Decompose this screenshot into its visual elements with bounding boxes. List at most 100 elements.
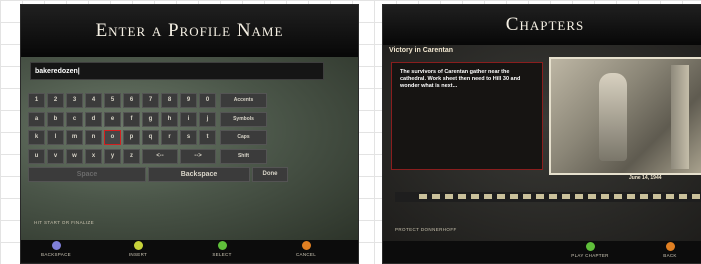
profile-screen-title: Enter a Profile Name	[21, 5, 358, 57]
key-9[interactable]: 9	[180, 93, 197, 108]
footer-cancel-button[interactable]: CANCEL	[277, 241, 335, 257]
timeline-segment	[588, 194, 596, 199]
timeline-segment	[653, 194, 661, 199]
footer-cancel-label: CANCEL	[295, 252, 317, 257]
timeline-segment	[458, 194, 466, 199]
chapter-date: June 14, 1944	[629, 175, 662, 181]
key-r[interactable]: r	[161, 130, 178, 145]
key-4[interactable]: 4	[85, 93, 102, 108]
play-chapter-label: PLAY CHAPTER	[571, 253, 609, 258]
timeline-segment	[692, 194, 700, 199]
profile-name-input[interactable]: bakeredozen|	[30, 62, 324, 80]
timeline-segment	[523, 194, 531, 199]
key-g[interactable]: g	[142, 111, 159, 127]
key-k[interactable]: k	[28, 130, 45, 145]
chapters-screen: Chapters Victory in Carentan The survivo…	[382, 4, 701, 264]
key-caps[interactable]: Caps	[220, 130, 267, 145]
key-h[interactable]: h	[161, 111, 178, 127]
key-shift[interactable]: Shift	[220, 148, 267, 164]
timeline-segment	[445, 194, 453, 199]
key-y[interactable]: y	[104, 148, 121, 164]
key-8[interactable]: 8	[161, 93, 178, 108]
key-w[interactable]: w	[66, 148, 83, 164]
key-s[interactable]: s	[180, 130, 197, 145]
key-backspace[interactable]: Backspace	[148, 167, 250, 182]
timeline-segment	[432, 194, 440, 199]
timeline-segment	[536, 194, 544, 199]
key-q[interactable]: q	[142, 130, 159, 145]
b-button-icon	[301, 241, 311, 250]
timeline-segment	[549, 194, 557, 199]
key-f[interactable]: f	[123, 111, 140, 127]
a-button-icon	[217, 241, 227, 250]
chapter-timeline[interactable]	[395, 189, 701, 211]
key-7[interactable]: 7	[142, 93, 159, 108]
timeline-segment	[575, 194, 583, 199]
timeline-segment	[614, 194, 622, 199]
timeline-segment	[640, 194, 648, 199]
play-chapter-button[interactable]: PLAY CHAPTER	[561, 242, 619, 258]
chapters-hint-text: PROTECT DONNERHOFF	[395, 227, 457, 232]
key-i[interactable]: i	[180, 111, 197, 127]
key-l[interactable]: l	[47, 130, 64, 145]
keyboard-row-2: a b c d e f g h i j Symbols	[28, 111, 330, 127]
chapters-screen-title: Chapters	[383, 5, 701, 45]
key-cursor-left[interactable]: <--	[142, 148, 178, 164]
key-b[interactable]: b	[47, 111, 64, 127]
key-1[interactable]: 1	[28, 93, 45, 108]
keyboard-row-3: k l m n o p q r s t Caps	[28, 130, 330, 145]
key-o-selected[interactable]: o	[104, 130, 121, 145]
key-5[interactable]: 5	[104, 93, 121, 108]
a-button-icon	[585, 242, 595, 251]
profile-hint-text: HIT START OR FINALIZE	[34, 220, 95, 225]
profile-footer: BACKSPACE INSERT SELECT CANCEL	[21, 240, 358, 262]
timeline-segment	[679, 194, 687, 199]
footer-insert-label: INSERT	[128, 252, 148, 257]
b-button-icon	[665, 242, 675, 251]
key-m[interactable]: m	[66, 130, 83, 145]
key-t[interactable]: t	[199, 130, 216, 145]
timeline-segment	[510, 194, 518, 199]
key-c[interactable]: c	[66, 111, 83, 127]
timeline-segment	[627, 194, 635, 199]
chapters-footer: PLAY CHAPTER BACK	[383, 241, 701, 263]
footer-insert-button[interactable]: INSERT	[109, 241, 167, 257]
chapter-image-soldier	[599, 73, 627, 161]
keyboard-row-4: u v w x y z <-- --> Shift	[28, 148, 330, 164]
back-label: BACK	[663, 253, 677, 258]
chapter-image-pillar	[671, 65, 689, 169]
chapter-description: The survivors of Carentan gather near th…	[391, 62, 543, 170]
key-x[interactable]: x	[85, 148, 102, 164]
footer-select-label: SELECT	[212, 252, 232, 257]
timeline-segment	[562, 194, 570, 199]
footer-select-button[interactable]: SELECT	[193, 241, 251, 257]
key-cursor-right[interactable]: -->	[180, 148, 216, 164]
key-a[interactable]: a	[28, 111, 45, 127]
key-done[interactable]: Done	[252, 167, 288, 182]
key-j[interactable]: j	[199, 111, 216, 127]
key-u[interactable]: u	[28, 148, 45, 164]
key-accents[interactable]: Accents	[220, 93, 267, 108]
key-6[interactable]: 6	[123, 93, 140, 108]
timeline-segment	[419, 194, 427, 199]
key-p[interactable]: p	[123, 130, 140, 145]
timeline-segment	[471, 194, 479, 199]
key-z[interactable]: z	[123, 148, 140, 164]
key-3[interactable]: 3	[66, 93, 83, 108]
key-n[interactable]: n	[85, 130, 102, 145]
timeline-segment	[484, 194, 492, 199]
key-2[interactable]: 2	[47, 93, 64, 108]
key-symbols[interactable]: Symbols	[220, 111, 267, 127]
footer-backspace-label: BACKSPACE	[41, 252, 71, 257]
timeline-segment	[497, 194, 505, 199]
key-e[interactable]: e	[104, 111, 121, 127]
key-space[interactable]: Space	[28, 167, 146, 182]
back-button[interactable]: BACK	[641, 242, 699, 258]
footer-backspace-button[interactable]: BACKSPACE	[27, 241, 85, 257]
timeline-segment	[601, 194, 609, 199]
x-button-icon	[51, 241, 61, 250]
key-d[interactable]: d	[85, 111, 102, 127]
key-v[interactable]: v	[47, 148, 64, 164]
key-0[interactable]: 0	[199, 93, 216, 108]
keyboard-row-5: Space Backspace Done	[28, 167, 330, 182]
